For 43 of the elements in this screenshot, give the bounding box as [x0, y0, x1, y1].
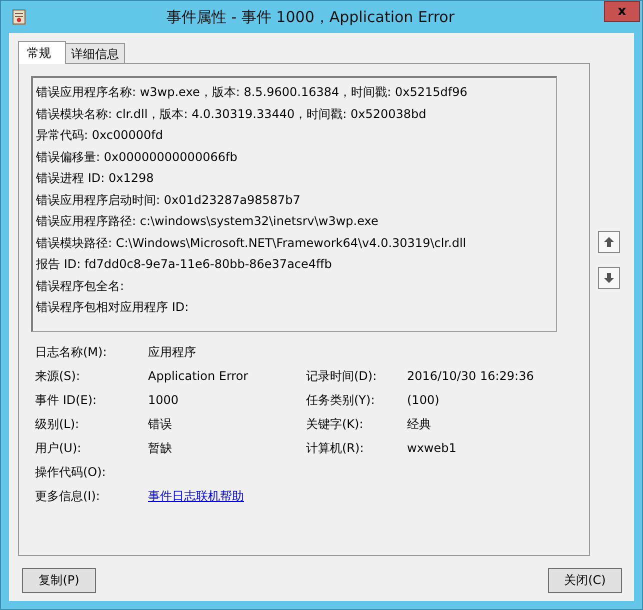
- close-dialog-button[interactable]: 关闭(C): [548, 568, 622, 593]
- field-value: 2016/10/30 16:29:36: [407, 368, 535, 384]
- field-value: (100): [407, 392, 440, 408]
- tab[interactable]: 常规: [18, 41, 66, 64]
- field-label: 事件 ID(E):: [35, 392, 98, 408]
- window-title: 事件属性 - 事件 1000，Application Error: [166, 8, 455, 26]
- help-link[interactable]: 事件日志联机帮助: [148, 489, 244, 503]
- description-line: 异常代码: 0xc00000fd: [36, 127, 164, 144]
- field-label: 来源(S):: [35, 368, 82, 384]
- field-label: 计算机(R):: [306, 440, 365, 456]
- description-line: 错误程序包全名:: [36, 278, 126, 294]
- field-value: 应用程序: [148, 344, 197, 360]
- description-line: 报告 ID: fd7dd0c8-9e7a-11e6-80bb-86e37ace4ffb: [36, 256, 333, 273]
- description-line: 错误程序包相对应用程序 ID:: [36, 299, 190, 316]
- field-value: wxweb1: [407, 440, 458, 456]
- field-value: 1000: [148, 392, 180, 408]
- field-label: 记录时间(D):: [306, 368, 378, 384]
- copy-button[interactable]: 复制(P): [22, 568, 96, 593]
- field-value: Application Error: [148, 368, 250, 384]
- description-line: 错误应用程序启动时间: 0x01d23287a98587b7: [36, 192, 302, 208]
- field-label: 任务类别(Y):: [306, 392, 376, 408]
- field-value: 经典: [407, 416, 432, 432]
- tab[interactable]: 详细信息: [65, 43, 125, 63]
- next-event-button[interactable]: [598, 267, 620, 289]
- down-arrow-icon: [603, 272, 615, 284]
- description-line: 错误进程 ID: 0x1298: [36, 170, 155, 187]
- description-line: 错误模块路径: C:\Windows\Microsoft.NET\Framework64\v4.0.30319\clr.dll: [36, 234, 468, 252]
- description-line: 错误模块名称: clr.dll，版本: 4.0.30319.33440，时间戳: 0x520038bd: [36, 106, 428, 122]
- description-line: 错误应用程序路径: c:\windows\system32\inetsrv\w3wp.exe: [36, 213, 380, 230]
- close-button[interactable]: x: [604, 1, 640, 22]
- field-label: 操作代码(O):: [35, 464, 107, 480]
- field-label: 日志名称(M):: [35, 344, 108, 360]
- up-arrow-icon: [603, 236, 615, 248]
- previous-event-button[interactable]: [598, 231, 620, 253]
- field-value: 暂缺: [148, 440, 173, 456]
- field-label: 用户(U):: [35, 440, 82, 456]
- field-label: 级别(L):: [35, 416, 80, 432]
- event-log-icon: [11, 9, 27, 25]
- description-line: 错误应用程序名称: w3wp.exe，版本: 8.5.9600.16384，时间戳: 0x5215df96: [36, 84, 468, 101]
- field-label: 更多信息(I):: [35, 488, 101, 504]
- field-label: 关键字(K):: [306, 416, 364, 432]
- description-line: 错误偏移量: 0x00000000000066fb: [36, 148, 238, 166]
- field-value: 错误: [148, 416, 173, 432]
